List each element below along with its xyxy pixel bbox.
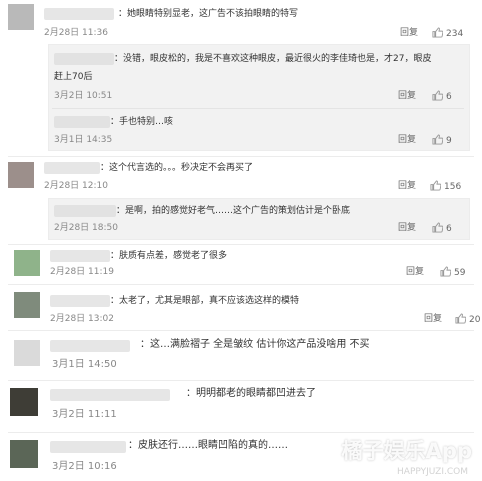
username-blurred[interactable]	[44, 8, 114, 20]
reply-button[interactable]: 回复	[406, 266, 424, 278]
like-count: 6	[446, 224, 452, 234]
thumbs-up-icon	[440, 266, 452, 277]
like-count: 9	[446, 136, 452, 146]
reply-time: 3月1日 14:35	[54, 135, 113, 145]
username-blurred[interactable]	[50, 295, 110, 307]
avatar[interactable]	[10, 388, 38, 416]
reply-button[interactable]: 回复	[398, 90, 416, 102]
comment-text: ：这…满脸褶子 全是皱纹 估计你这产品没啥用 不买	[140, 339, 370, 350]
watermark-logo: 橘子娱乐App	[341, 439, 472, 463]
avatar[interactable]	[8, 4, 34, 30]
username-blurred[interactable]	[50, 389, 170, 401]
comment-divider	[8, 432, 474, 433]
reply-divider	[52, 108, 464, 109]
username-blurred[interactable]	[54, 116, 110, 128]
thumbs-up-icon	[455, 313, 467, 324]
reply-text: ：没错，眼皮松的，我是不喜欢这种眼皮，最近很火的李佳琦也是，才27，眼皮	[114, 54, 432, 64]
comment-time: 2月28日 13:02	[50, 314, 114, 324]
username-blurred[interactable]	[44, 162, 100, 174]
like-count: 6	[446, 92, 452, 102]
avatar[interactable]	[8, 162, 34, 188]
avatar[interactable]	[14, 340, 40, 366]
comment-time: 3月2日 11:11	[52, 409, 117, 420]
thumbs-up-icon	[432, 90, 444, 101]
avatar[interactable]	[14, 292, 40, 318]
reply-time: 3月2日 10:51	[54, 91, 113, 101]
thumbs-up-icon	[430, 180, 442, 191]
comment-divider	[8, 284, 474, 285]
comment-divider	[8, 380, 474, 381]
like-button[interactable]: 6	[432, 222, 452, 235]
like-count: 234	[446, 29, 464, 39]
like-button[interactable]: 20	[455, 313, 480, 326]
reply-button[interactable]: 回复	[400, 27, 418, 39]
comment-time: 3月1日 14:50	[52, 359, 117, 370]
thumbs-up-icon	[432, 27, 444, 38]
like-button[interactable]: 59	[440, 266, 465, 279]
reply-text: ：是啊，拍的感觉好老气……这个广告的策划估计是个卧底	[116, 206, 351, 216]
thumbs-up-icon	[432, 222, 444, 233]
like-button[interactable]: 6	[432, 90, 452, 103]
comment-time: 2月28日 11:19	[50, 267, 114, 277]
reply-text: ：手也特别…咳	[110, 117, 174, 127]
comment-divider	[8, 330, 474, 331]
comment-text: ：明明都老的眼睛都凹进去了	[186, 388, 316, 399]
reply-button[interactable]: 回复	[424, 313, 442, 325]
reply-time: 2月28日 18:50	[54, 223, 118, 233]
comment-text: ：这个代言选的。。。秒决定不会再买了	[100, 163, 254, 173]
comment-time: 3月2日 10:16	[52, 461, 117, 472]
comment-time: 2月28日 11:36	[44, 28, 108, 38]
like-count: 156	[444, 182, 462, 192]
reply-button[interactable]: 回复	[398, 222, 416, 234]
username-blurred[interactable]	[54, 205, 116, 217]
comment-time: 2月28日 12:10	[44, 181, 108, 191]
watermark-url: HAPPYJUZI.COM	[397, 467, 468, 477]
comment-divider	[8, 156, 474, 157]
thumbs-up-icon	[432, 134, 444, 145]
like-button[interactable]: 156	[430, 180, 461, 193]
username-blurred[interactable]	[54, 53, 114, 65]
comment-text: ：皮肤还行……眼睛凹陷的真的……	[128, 440, 288, 451]
avatar[interactable]	[14, 250, 40, 276]
reply-button[interactable]: 回复	[398, 134, 416, 146]
reply-button[interactable]: 回复	[398, 180, 416, 192]
like-button[interactable]: 234	[432, 27, 463, 40]
comment-divider	[8, 244, 474, 245]
comment-text: ：肤质有点差，感觉老了很多	[110, 251, 228, 261]
username-blurred[interactable]	[50, 250, 110, 262]
reply-text-continued: 赶上70后	[54, 72, 93, 82]
like-button[interactable]: 9	[432, 134, 452, 147]
like-count: 20	[469, 315, 481, 325]
username-blurred[interactable]	[50, 441, 126, 453]
like-count: 59	[454, 268, 466, 278]
avatar[interactable]	[10, 440, 38, 468]
username-blurred[interactable]	[50, 340, 130, 352]
comment-text: ：她眼睛特别显老，这广告不该拍眼睛的特写	[118, 9, 299, 19]
comment-text: ：太老了，尤其是眼部，真不应该选这样的模特	[110, 296, 300, 306]
